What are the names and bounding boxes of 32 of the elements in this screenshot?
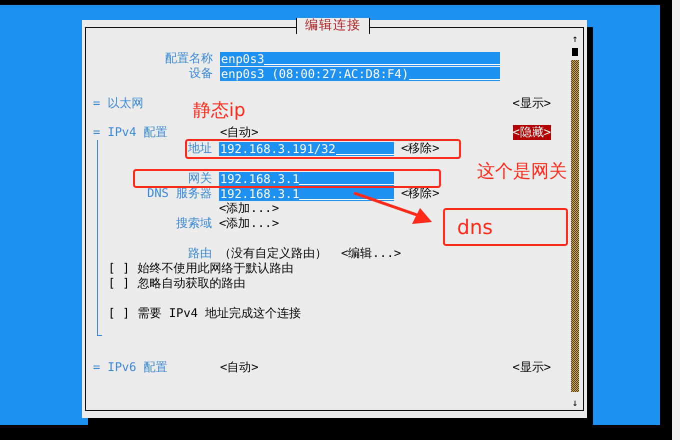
routing-value: （没有自定义路由） bbox=[219, 246, 327, 261]
dialog-title: 编辑连接 bbox=[296, 18, 370, 34]
field-label: 网关 bbox=[187, 171, 213, 186]
scrollbar[interactable]: ↑ ↓ bbox=[571, 34, 579, 410]
up-arrow-icon[interactable]: ↑ bbox=[572, 34, 578, 46]
checkbox[interactable]: [ ] bbox=[108, 306, 130, 321]
option-label: 忽略自动获取的路由 bbox=[138, 276, 246, 291]
field-label: 搜索域 bbox=[175, 216, 213, 231]
checkbox[interactable]: [ ] bbox=[108, 276, 130, 291]
mode-button[interactable]: <自动> bbox=[220, 125, 258, 140]
mode-button[interactable]: <自动> bbox=[220, 360, 258, 375]
add-button[interactable]: <添加...> bbox=[219, 216, 280, 231]
annotation-text: dns bbox=[457, 217, 493, 237]
remove-button[interactable]: <移除> bbox=[401, 141, 440, 156]
remove-button[interactable]: <移除> bbox=[401, 186, 440, 201]
field-label: 路由 bbox=[187, 246, 213, 261]
scroll-thumb[interactable] bbox=[572, 48, 578, 56]
edit-button[interactable]: <编辑...> bbox=[341, 246, 402, 261]
add-button[interactable]: <添加...> bbox=[219, 201, 280, 216]
option-label: 需要 IPv4 地址完成这个连接 bbox=[138, 306, 302, 321]
field-label: 配置名称 bbox=[164, 51, 214, 66]
toggle-button[interactable]: <显示> bbox=[512, 360, 551, 375]
annotation-text: 静态ip bbox=[193, 101, 246, 121]
toggle-button[interactable]: <隐藏> bbox=[512, 125, 551, 140]
down-arrow-icon[interactable]: ↓ bbox=[572, 398, 578, 410]
window-scrollbar[interactable] bbox=[672, 0, 680, 440]
option-label: 始终不使用此网络于默认路由 bbox=[138, 261, 294, 276]
field-label: 设备 bbox=[188, 66, 214, 81]
annotation-text: 这个是网关 bbox=[477, 162, 567, 182]
toggle-button[interactable]: <显示> bbox=[512, 96, 551, 111]
checkbox[interactable]: [ ] bbox=[108, 261, 130, 276]
field-label: 地址 bbox=[187, 141, 213, 156]
